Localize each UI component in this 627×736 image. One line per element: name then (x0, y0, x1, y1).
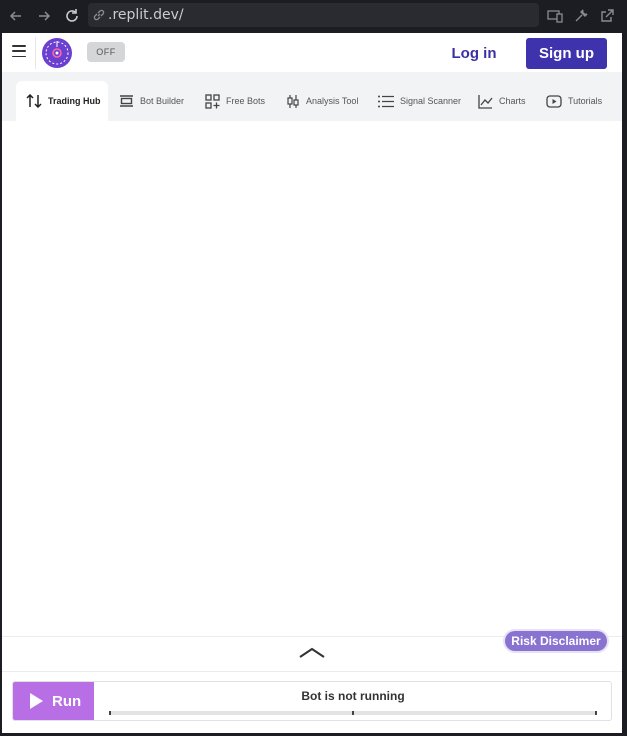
bot-progress-track (109, 711, 597, 715)
reload-button[interactable] (62, 6, 82, 26)
bot-toggle[interactable]: OFF (87, 42, 125, 62)
line-chart-icon (478, 94, 493, 109)
video-icon (546, 94, 562, 108)
tab-label: Signal Scanner (400, 96, 462, 106)
app-frame: OFF Log in Sign up Trading Hub Bot Build… (2, 33, 622, 733)
external-link-icon (601, 9, 614, 22)
bot-builder-icon (120, 95, 133, 107)
app-header: OFF Log in Sign up (2, 33, 622, 72)
tab-bot-builder[interactable]: Bot Builder (119, 81, 184, 121)
open-external-button[interactable] (597, 6, 617, 26)
progress-step-end (595, 711, 597, 715)
tab-bar: Trading Hub Bot Builder Free Bots Analys… (2, 72, 622, 121)
link-icon (93, 9, 105, 21)
hamburger-icon (12, 45, 26, 47)
tab-label: Analysis Tool (306, 96, 359, 106)
tab-label: Tutorials (568, 96, 603, 106)
tab-label: Free Bots (226, 96, 266, 106)
bot-status: Bot is not running (301, 689, 405, 703)
menu-button[interactable] (12, 45, 26, 57)
header-divider (35, 37, 36, 69)
tab-label: Charts (499, 96, 526, 106)
main-content (2, 121, 622, 636)
address-bar[interactable]: .replit.dev/ (88, 3, 539, 27)
run-label: Run (52, 692, 82, 710)
chevron-up-icon[interactable] (298, 645, 326, 661)
tab-free-bots[interactable]: Free Bots (205, 81, 265, 121)
tab-label: Bot Builder (140, 96, 185, 106)
arrow-left-icon (9, 11, 21, 21)
swap-arrows-icon (26, 94, 42, 108)
progress-step-middle (352, 711, 354, 715)
devices-icon (547, 10, 563, 23)
url-text: .replit.dev/ (108, 7, 184, 23)
wrench-icon (575, 9, 588, 22)
back-button[interactable] (6, 6, 26, 26)
grid-plus-icon (205, 93, 220, 109)
progress-step-start (109, 711, 111, 715)
tab-label: Trading Hub (48, 96, 101, 106)
tab-trading-hub[interactable]: Trading Hub (16, 81, 108, 121)
tab-charts[interactable]: Charts (478, 81, 526, 121)
tab-signal-scanner[interactable]: Signal Scanner (378, 81, 461, 121)
brand-logo[interactable] (41, 37, 73, 69)
run-button[interactable]: Run (13, 682, 94, 720)
reload-icon (66, 9, 78, 22)
devtools-button[interactable] (571, 6, 591, 26)
candlestick-icon (287, 94, 299, 108)
tab-tutorials[interactable]: Tutorials (546, 81, 602, 121)
devices-button[interactable] (545, 6, 565, 26)
run-panel: Run Bot is not running (12, 681, 612, 721)
play-icon (30, 693, 43, 709)
forward-button[interactable] (34, 6, 54, 26)
tab-analysis-tool[interactable]: Analysis Tool (286, 81, 358, 121)
list-icon (378, 95, 394, 107)
risk-disclaimer-button[interactable]: Risk Disclaimer (505, 631, 607, 651)
drawer-divider-bottom (2, 671, 622, 672)
signup-button[interactable]: Sign up (526, 38, 607, 69)
login-button[interactable]: Log in (442, 42, 506, 64)
browser-toolbar: .replit.dev/ (0, 0, 627, 32)
arrow-right-icon (39, 11, 51, 21)
